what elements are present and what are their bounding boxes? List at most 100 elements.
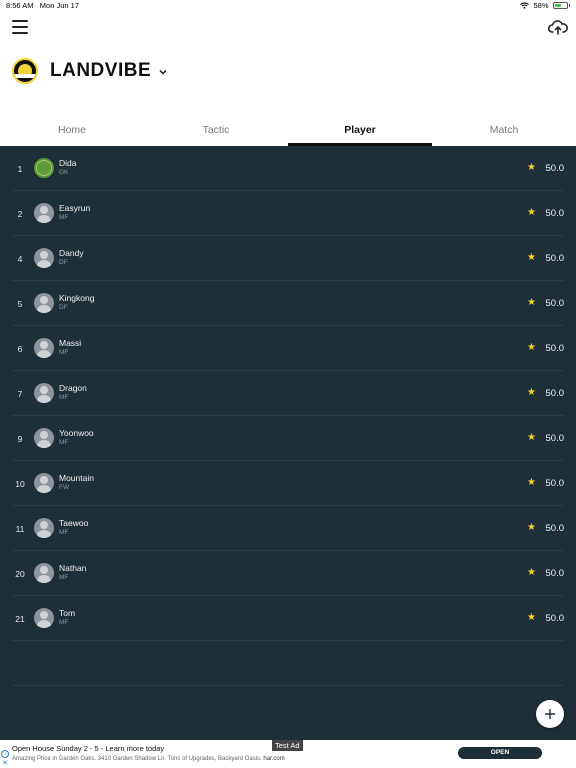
- star-icon: ★: [527, 522, 536, 533]
- ad-info-icon[interactable]: i: [1, 750, 9, 758]
- player-avatar: [34, 518, 54, 538]
- battery-percent: 58%: [533, 1, 549, 10]
- player-row[interactable]: 2 Easyrun MF ★ 50.0: [12, 191, 564, 236]
- player-position: MF: [59, 439, 69, 446]
- plus-icon: [545, 709, 555, 719]
- player-rating: 50.0: [545, 433, 565, 444]
- player-position: FW: [59, 484, 70, 491]
- status-bar: 8:56 AM Mon Jun 17 58%: [0, 0, 576, 12]
- team-name: LANDVIBE: [50, 60, 152, 81]
- player-position: GK: [59, 169, 69, 176]
- player-row[interactable]: 5 Kingkong DF ★ 50.0: [12, 281, 564, 326]
- player-name: Dida: [59, 158, 77, 168]
- player-position: MF: [59, 214, 69, 221]
- status-indicators: 58%: [520, 1, 570, 10]
- player-rating: 50.0: [545, 523, 565, 534]
- player-name: Dragon: [59, 383, 87, 393]
- chevron-down-icon[interactable]: [159, 69, 167, 75]
- player-position: MF: [59, 574, 69, 581]
- tab-bar: Home Tactic Player Match: [0, 116, 576, 146]
- player-name: Dandy: [59, 248, 84, 258]
- player-position: MF: [59, 529, 69, 536]
- player-number: 5: [17, 299, 23, 309]
- player-avatar: [34, 428, 54, 448]
- player-name: Tom: [59, 608, 76, 618]
- player-row[interactable]: 6 Massi MF ★ 50.0: [12, 326, 564, 371]
- player-name: Nathan: [59, 563, 87, 573]
- team-selector[interactable]: LANDVIBE: [12, 56, 167, 86]
- player-row[interactable]: 7 Dragon MF ★ 50.0: [12, 371, 564, 416]
- player-list: 1 Dida GK ★ 50.0 2 Easyrun MF ★ 50.0 4 Dandy DF ★ 50.0…: [0, 146, 576, 740]
- ad-banner[interactable]: Test Ad i ✕ Open House Sunday 2 - 5 - Le…: [0, 740, 576, 768]
- player-avatar: [34, 608, 54, 628]
- player-number: 9: [17, 434, 23, 444]
- player-row[interactable]: 21 Tom MF ★ 50.0: [12, 596, 564, 641]
- player-number: 7: [17, 389, 23, 399]
- player-avatar: [34, 293, 54, 313]
- star-icon: ★: [527, 432, 536, 443]
- tab-player[interactable]: Player: [288, 116, 432, 146]
- player-name: Yoonwoo: [59, 428, 94, 438]
- cloud-upload-icon[interactable]: [548, 18, 568, 38]
- wifi-icon: [520, 2, 530, 9]
- player-number: 20: [15, 569, 25, 579]
- player-rating: 50.0: [545, 568, 565, 579]
- player-name: Mountain: [59, 473, 94, 483]
- list-divider: [12, 641, 564, 686]
- player-avatar: [34, 563, 54, 583]
- player-name: Easyrun: [59, 203, 91, 213]
- status-time: 8:56 AM Mon Jun 17: [6, 1, 79, 10]
- player-name: Taewoo: [59, 518, 89, 528]
- player-position: MF: [59, 619, 69, 626]
- player-position: DF: [59, 304, 68, 311]
- player-avatar: [34, 383, 54, 403]
- player-row[interactable]: 1 Dida GK ★ 50.0: [12, 146, 564, 191]
- star-icon: ★: [527, 612, 536, 623]
- player-rating: 50.0: [545, 343, 565, 354]
- player-number: 1: [17, 164, 23, 174]
- star-icon: ★: [527, 207, 536, 218]
- star-icon: ★: [527, 162, 536, 173]
- player-avatar: [34, 203, 54, 223]
- player-name: Massi: [59, 338, 82, 348]
- battery-icon: [552, 2, 568, 9]
- hamburger-menu-icon[interactable]: [12, 20, 28, 36]
- player-row[interactable]: 4 Dandy DF ★ 50.0: [12, 236, 564, 281]
- star-icon: ★: [527, 567, 536, 578]
- star-icon: ★: [527, 252, 536, 263]
- player-rating: 50.0: [545, 253, 565, 264]
- tab-tactic[interactable]: Tactic: [144, 116, 288, 146]
- player-number: 2: [17, 209, 23, 219]
- team-logo: [12, 58, 38, 84]
- tab-match[interactable]: Match: [432, 116, 576, 146]
- player-position: MF: [59, 394, 69, 401]
- player-row[interactable]: 20 Nathan MF ★ 50.0: [12, 551, 564, 596]
- player-number: 11: [15, 524, 25, 534]
- player-rating: 50.0: [545, 613, 565, 624]
- player-avatar: [34, 473, 54, 493]
- player-position: MF: [59, 349, 69, 356]
- ad-headline[interactable]: Open House Sunday 2 - 5 - Learn more tod…: [12, 744, 164, 753]
- ad-open-button[interactable]: OPEN: [458, 747, 542, 759]
- ad-body: Amazing Price in Garden Oaks. 3410 Garde…: [12, 756, 285, 762]
- player-number: 4: [17, 254, 23, 264]
- star-icon: ★: [527, 342, 536, 353]
- tab-home[interactable]: Home: [0, 116, 144, 146]
- player-avatar: [34, 248, 54, 268]
- player-rating: 50.0: [545, 163, 565, 174]
- star-icon: ★: [527, 477, 536, 488]
- ad-close-icon[interactable]: ✕: [2, 759, 8, 767]
- player-rating: 50.0: [545, 478, 565, 489]
- player-number: 10: [15, 479, 25, 489]
- player-name: Kingkong: [59, 293, 95, 303]
- player-row[interactable]: 11 Taewoo MF ★ 50.0: [12, 506, 564, 551]
- player-row[interactable]: 10 Mountain FW ★ 50.0: [12, 461, 564, 506]
- player-number: 6: [17, 344, 23, 354]
- star-icon: ★: [527, 387, 536, 398]
- add-player-button[interactable]: [536, 700, 564, 728]
- player-position: DF: [59, 259, 68, 266]
- player-avatar: [34, 338, 54, 358]
- player-rating: 50.0: [545, 388, 565, 399]
- player-rating: 50.0: [545, 298, 565, 309]
- player-row[interactable]: 9 Yoonwoo MF ★ 50.0: [12, 416, 564, 461]
